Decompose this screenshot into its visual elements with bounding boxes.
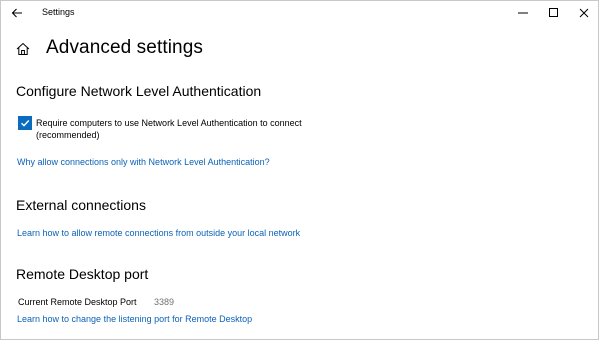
rdp-port-link[interactable]: Learn how to change the listening port f…: [17, 314, 252, 324]
rdp-port-value: 3389: [154, 297, 175, 307]
settings-window: Settings Advanced settings Configure Net…: [0, 0, 599, 340]
checkmark-icon: [21, 120, 30, 127]
window-title: Settings: [42, 7, 75, 17]
back-button[interactable]: [5, 3, 29, 23]
rdp-port-heading: Remote Desktop port: [16, 266, 149, 282]
back-arrow-icon: [11, 8, 22, 18]
external-connections-heading: External connections: [16, 197, 146, 213]
minimize-icon: [518, 12, 528, 14]
nla-checkbox[interactable]: [18, 116, 32, 130]
external-connections-link[interactable]: Learn how to allow remote connections fr…: [17, 228, 300, 238]
minimize-button[interactable]: [506, 1, 540, 25]
home-button[interactable]: [15, 41, 31, 57]
maximize-icon: [549, 8, 558, 17]
nla-heading: Configure Network Level Authentication: [16, 83, 262, 99]
close-icon: [579, 8, 589, 18]
title-bar: Settings: [1, 1, 598, 27]
home-icon: [16, 42, 30, 55]
maximize-button[interactable]: [537, 1, 571, 25]
rdp-port-label: Current Remote Desktop Port: [18, 297, 137, 307]
page-title: Advanced settings: [46, 37, 203, 58]
close-button[interactable]: [567, 1, 599, 25]
nla-checkbox-label: Require computers to use Network Level A…: [36, 118, 302, 140]
nla-info-link[interactable]: Why allow connections only with Network …: [17, 157, 270, 167]
